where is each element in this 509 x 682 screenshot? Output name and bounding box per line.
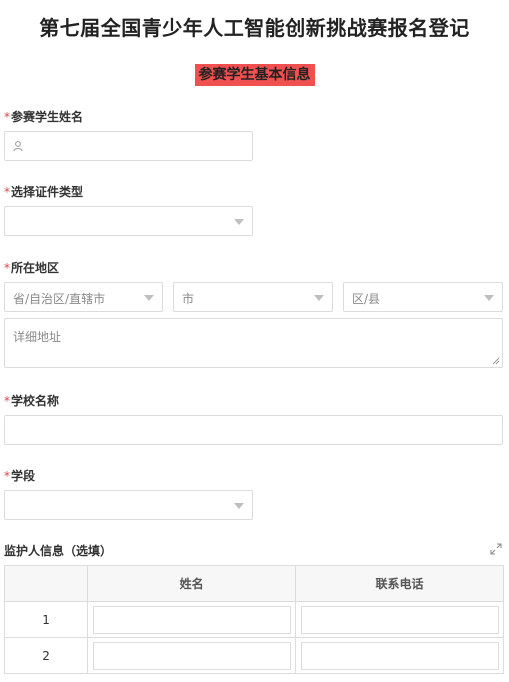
page-title: 第七届全国青少年人工智能创新挑战赛报名登记 — [39, 16, 470, 40]
chevron-down-icon — [234, 503, 244, 509]
guardian-phone-input[interactable] — [300, 641, 499, 670]
guardian-name-input[interactable] — [92, 605, 291, 634]
row-index: 2 — [3, 637, 89, 674]
chevron-down-icon — [484, 295, 494, 301]
column-header-index — [3, 565, 89, 602]
guardian-phone-input[interactable] — [300, 605, 499, 634]
resize-handle-icon[interactable] — [491, 356, 500, 365]
city-select[interactable]: 市 — [173, 282, 333, 312]
school-input[interactable] — [4, 415, 503, 445]
province-select[interactable]: 省/自治区/直辖市 — [4, 282, 163, 312]
school-label: *学校名称 — [4, 394, 60, 408]
table-header-row: 姓名 联系电话 — [3, 565, 504, 602]
chevron-down-icon — [144, 295, 154, 301]
region-label: *所在地区 — [4, 261, 60, 275]
expand-icon[interactable] — [490, 543, 502, 555]
address-textarea[interactable]: 详细地址 — [4, 318, 503, 368]
column-header-phone: 联系电话 — [295, 565, 504, 602]
id-type-label: *选择证件类型 — [4, 185, 84, 199]
column-header-name: 姓名 — [87, 565, 297, 602]
guardian-label: 监护人信息（选填） — [4, 544, 113, 558]
guardian-table: 姓名 联系电话 1 2 — [3, 565, 504, 674]
student-name-label: *参赛学生姓名 — [4, 110, 84, 124]
table-row: 2 — [3, 637, 504, 674]
guardian-name-input[interactable] — [92, 641, 291, 670]
id-type-select[interactable] — [4, 206, 253, 236]
student-name-input[interactable] — [4, 131, 253, 161]
stage-select[interactable] — [4, 490, 253, 520]
chevron-down-icon — [234, 219, 244, 225]
chevron-down-icon — [314, 295, 324, 301]
section-title: 参赛学生基本信息 — [194, 64, 315, 86]
district-select[interactable]: 区/县 — [343, 282, 503, 312]
user-icon — [13, 141, 23, 152]
required-mark: * — [4, 110, 10, 124]
stage-label: *学段 — [4, 469, 36, 483]
row-index: 1 — [3, 601, 89, 638]
table-row: 1 — [3, 601, 504, 638]
